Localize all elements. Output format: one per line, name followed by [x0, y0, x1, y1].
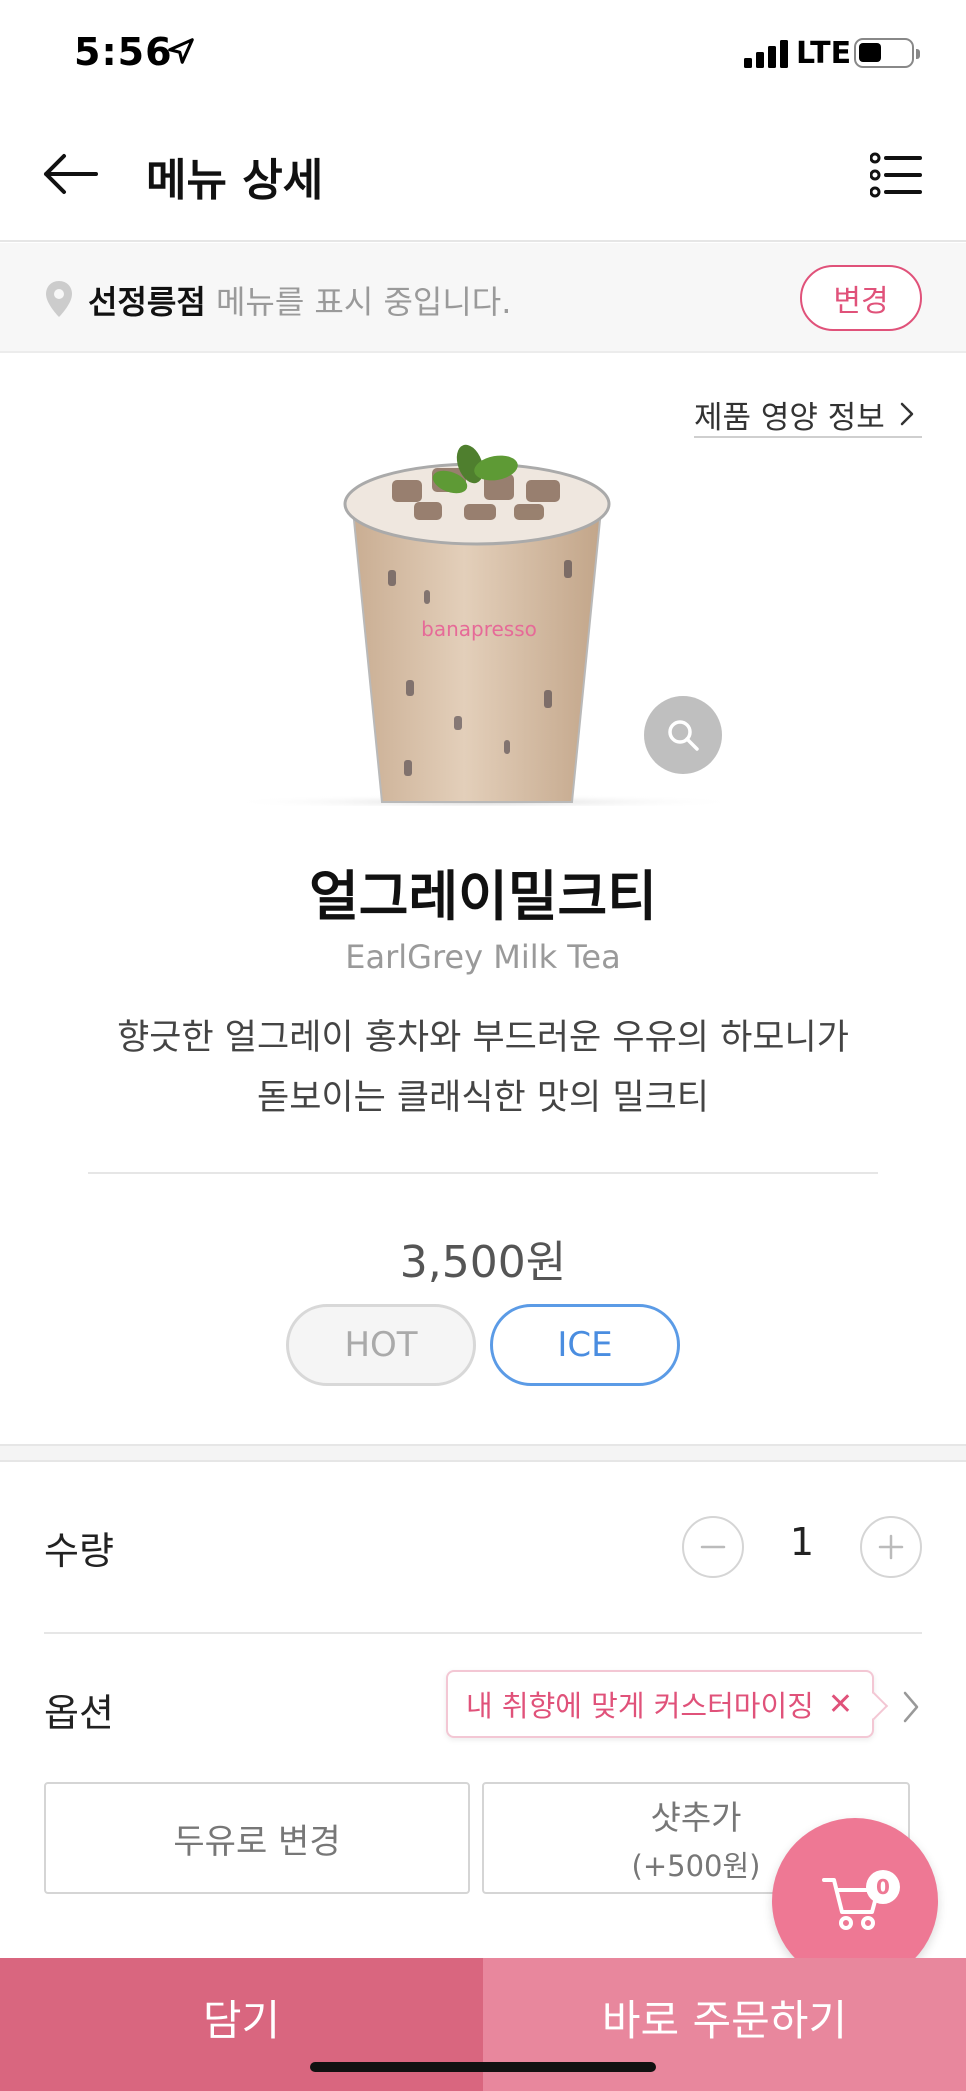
store-message: 메뉴를 표시 중입니다. [205, 283, 512, 321]
section-divider [0, 1444, 966, 1462]
nav-header: 메뉴 상세 [0, 106, 966, 242]
quantity-label: 수량 [44, 1529, 114, 1573]
store-bar: 선정릉점 메뉴를 표시 중입니다. 변경 [0, 243, 966, 353]
soy-milk-option-button[interactable]: 두유로 변경 [44, 1782, 470, 1894]
magnifier-icon [668, 720, 699, 751]
tooltip-close-icon[interactable]: ✕ [828, 1687, 853, 1722]
product-description: 향긋한 얼그레이 홍차와 부드러운 우유의 하모니가 돋보이는 클래식한 맛의 … [60, 1008, 906, 1128]
customize-tooltip-text: 내 취향에 맞게 커스터마이징 [466, 1689, 814, 1723]
product-image-brand: banapresso [421, 617, 537, 641]
battery-icon [854, 38, 920, 68]
plus-icon [878, 1534, 904, 1560]
product-name: 얼그레이밀크티 [309, 865, 657, 928]
location-arrow-icon [168, 38, 194, 64]
description-line-1: 향긋한 얼그레이 홍차와 부드러운 우유의 하모니가 [117, 1018, 849, 1058]
store-info: 선정릉점 메뉴를 표시 중입니다. [88, 277, 511, 323]
customize-tooltip: 내 취향에 맞게 커스터마이징 ✕ [446, 1670, 874, 1738]
cart-count-badge: 0 [866, 1870, 900, 1904]
home-indicator [310, 2062, 656, 2072]
nutrition-info-label: 제품 영양 정보 [694, 399, 885, 436]
network-type: LTE [796, 36, 852, 71]
quantity-value: 1 [789, 1520, 815, 1564]
option-label: 옵션 [44, 1691, 114, 1735]
page-title: 메뉴 상세 [146, 155, 324, 206]
ice-option-button[interactable]: ICE [490, 1304, 680, 1386]
change-store-button[interactable]: 변경 [800, 265, 922, 331]
back-arrow-icon[interactable] [40, 152, 100, 196]
nutrition-info-link[interactable]: 제품 영양 정보 [694, 392, 922, 438]
menu-list-icon[interactable] [870, 152, 922, 198]
status-bar: 5:56 LTE [0, 0, 966, 106]
quantity-decrease-button[interactable] [682, 1516, 744, 1578]
chevron-right-icon [900, 402, 914, 426]
hot-option-button[interactable]: HOT [286, 1304, 476, 1386]
extra-shot-label: 샷추가 [650, 1798, 742, 1837]
description-line-2: 돋보이는 클래식한 맛의 밀크티 [257, 1078, 709, 1118]
minus-icon [700, 1545, 726, 1549]
quantity-increase-button[interactable] [860, 1516, 922, 1578]
product-price: 3,500원 [399, 1237, 567, 1288]
zoom-button[interactable] [644, 696, 722, 774]
product-name-english: EarlGrey Milk Tea [345, 938, 621, 976]
store-name: 선정릉점 [88, 283, 206, 321]
location-pin-icon [46, 281, 72, 317]
divider [44, 1632, 922, 1634]
status-time: 5:56 [74, 30, 173, 74]
option-expand-chevron-icon[interactable] [902, 1690, 920, 1724]
divider [88, 1172, 878, 1174]
extra-shot-price: (+500원) [631, 1849, 761, 1883]
signal-icon [744, 40, 788, 68]
